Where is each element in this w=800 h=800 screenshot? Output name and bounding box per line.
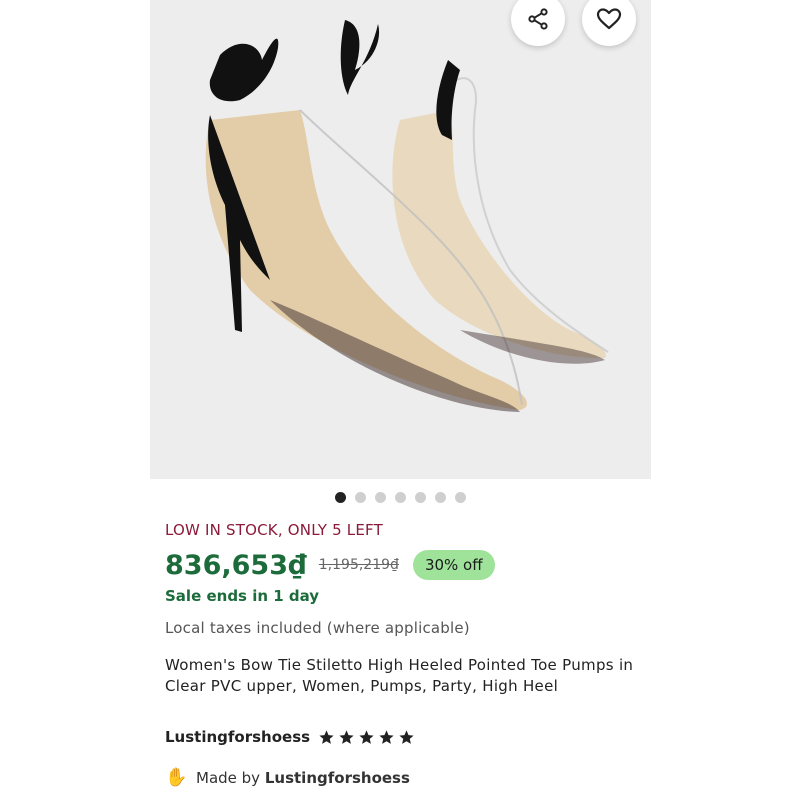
stock-notice: LOW IN STOCK, ONLY 5 LEFT [165, 521, 383, 539]
pagination-dot[interactable] [355, 492, 366, 503]
made-by-prefix: Made by [196, 768, 261, 787]
pagination-dot[interactable] [455, 492, 466, 503]
star-icon [339, 729, 354, 744]
product-card: LOW IN STOCK, ONLY 5 LEFT 836,653₫ 1,195… [150, 0, 651, 800]
made-by-row: ✋ Made by Lustingforshoess [165, 767, 410, 788]
price-row: 836,653₫ 1,195,219₫ 30% off [165, 545, 495, 585]
star-icon [399, 729, 414, 744]
star-icon [359, 729, 374, 744]
shoe-photo [205, 20, 609, 412]
star-icon [379, 729, 394, 744]
pagination-dot[interactable] [375, 492, 386, 503]
heart-icon [596, 8, 622, 30]
pagination-dot[interactable] [415, 492, 426, 503]
pagination-dot[interactable] [395, 492, 406, 503]
discount-badge: 30% off [412, 550, 495, 580]
sale-price: 836,653₫ [165, 549, 307, 581]
original-price: 1,195,219₫ [318, 557, 399, 573]
product-image[interactable] [150, 0, 651, 479]
sale-ends-text: Sale ends in 1 day [165, 587, 320, 605]
made-by-text: Made by Lustingforshoess [196, 769, 410, 787]
product-title: Women's Bow Tie Stiletto High Heeled Poi… [165, 656, 634, 695]
seller-row[interactable]: Lustingforshoess [165, 728, 415, 746]
waving-hand-icon: ✋ [165, 767, 188, 788]
tax-note: Local taxes included (where applicable) [165, 619, 470, 637]
share-icon [528, 8, 548, 30]
pagination-dot-active[interactable] [335, 492, 346, 503]
rating-stars [318, 729, 415, 746]
pagination-dot[interactable] [435, 492, 446, 503]
seller-name[interactable]: Lustingforshoess [165, 728, 310, 746]
image-pagination [150, 492, 651, 503]
made-by-seller[interactable]: Lustingforshoess [265, 769, 410, 787]
star-icon [319, 729, 334, 744]
